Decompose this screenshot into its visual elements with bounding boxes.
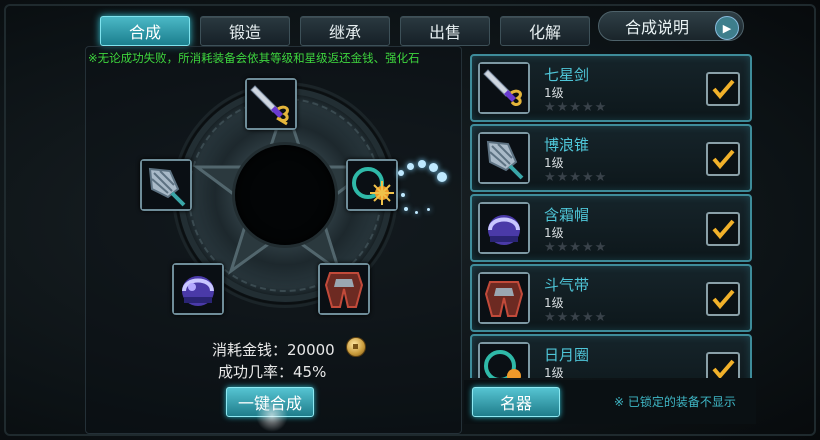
sparkle-dot	[407, 163, 414, 170]
list-item[interactable]: 七星剑 1级 ★★★★★	[470, 54, 752, 122]
sword-icon	[478, 62, 530, 114]
touch-glow	[256, 400, 288, 432]
sparkle-dot	[415, 211, 418, 214]
item-level: 1级	[544, 296, 564, 310]
slot-sword[interactable]	[245, 78, 297, 130]
tab-dismantle[interactable]: 化解	[500, 16, 590, 46]
locked-items-hint: ※ 已锁定的装备不显示	[614, 395, 736, 409]
tab-forge[interactable]: 锻造	[200, 16, 290, 46]
list-item[interactable]: 含霜帽 1级 ★★★★★	[470, 194, 752, 262]
list-item[interactable]: 日月圈 1级 ★★★★★	[470, 334, 752, 378]
item-level: 1级	[544, 86, 564, 100]
checkmark-icon	[712, 219, 735, 240]
checkmark-icon	[712, 289, 735, 310]
star-rating: ★★★★★	[544, 100, 608, 115]
select-checkbox[interactable]	[706, 142, 740, 176]
sparkle-dot	[404, 207, 408, 211]
item-name: 博浪锥	[544, 136, 590, 154]
item-name: 七星剑	[544, 66, 590, 84]
helmet-icon	[174, 265, 222, 313]
famous-equipment-filter-button[interactable]: 名器	[472, 387, 560, 417]
success-rate: 成功几率：45%	[218, 363, 327, 381]
tab-bar: 合成 锻造 继承 出售 化解	[100, 16, 590, 46]
gold-coin-icon	[346, 337, 366, 357]
sparkle-dot	[398, 170, 404, 176]
sparkle-dot	[401, 193, 405, 197]
mace-icon	[478, 132, 530, 184]
tab-inherit[interactable]: 继承	[300, 16, 390, 46]
gold-cost: 消耗金钱：20000	[212, 341, 335, 359]
item-level: 1级	[544, 366, 564, 378]
sparkle-dot	[427, 208, 430, 211]
select-checkbox[interactable]	[706, 72, 740, 106]
slot-mace[interactable]	[140, 159, 192, 211]
slot-ring[interactable]	[346, 159, 398, 211]
select-checkbox[interactable]	[706, 352, 740, 378]
select-checkbox[interactable]	[706, 212, 740, 246]
ring-icon	[478, 342, 530, 378]
checkmark-icon	[712, 359, 735, 378]
slot-helmet[interactable]	[172, 263, 224, 315]
play-arrow-icon: ▶	[715, 16, 739, 40]
sparkle-dot	[418, 160, 426, 168]
item-level: 1级	[544, 226, 564, 240]
checkmark-icon	[712, 149, 735, 170]
tab-synthesis[interactable]: 合成	[100, 16, 190, 46]
belt-icon	[478, 272, 530, 324]
item-name: 斗气带	[544, 276, 590, 294]
helmet-icon	[478, 202, 530, 254]
belt-icon	[320, 265, 368, 313]
item-level: 1级	[544, 156, 564, 170]
star-rating: ★★★★★	[544, 170, 608, 185]
list-item[interactable]: 斗气带 1级 ★★★★★	[470, 264, 752, 332]
star-rating: ★★★★★	[544, 310, 608, 325]
tab-sell[interactable]: 出售	[400, 16, 490, 46]
refund-notice: ※无论成功失败，所消耗装备会依其等级和星级返还金钱、强化石	[88, 51, 420, 65]
equipment-list[interactable]: 七星剑 1级 ★★★★★ 博浪锥 1级 ★★★★★ 含霜帽 1级 ★★★★★ 斗…	[464, 48, 756, 378]
star-rating: ★★★★★	[544, 240, 608, 255]
synthesis-help-button[interactable]: 合成说明 ▶	[598, 11, 744, 41]
slot-belt[interactable]	[318, 263, 370, 315]
list-item[interactable]: 博浪锥 1级 ★★★★★	[470, 124, 752, 192]
sparkle-dot	[437, 172, 447, 182]
mace-icon	[142, 161, 190, 209]
sparkle-dot	[429, 163, 438, 172]
ring-icon	[348, 161, 396, 209]
help-button-label: 合成说明	[625, 18, 690, 37]
select-checkbox[interactable]	[706, 282, 740, 316]
sword-icon	[247, 80, 295, 128]
item-name: 含霜帽	[544, 206, 590, 224]
center-socket	[235, 145, 335, 245]
item-name: 日月圈	[544, 346, 590, 364]
checkmark-icon	[712, 79, 735, 100]
